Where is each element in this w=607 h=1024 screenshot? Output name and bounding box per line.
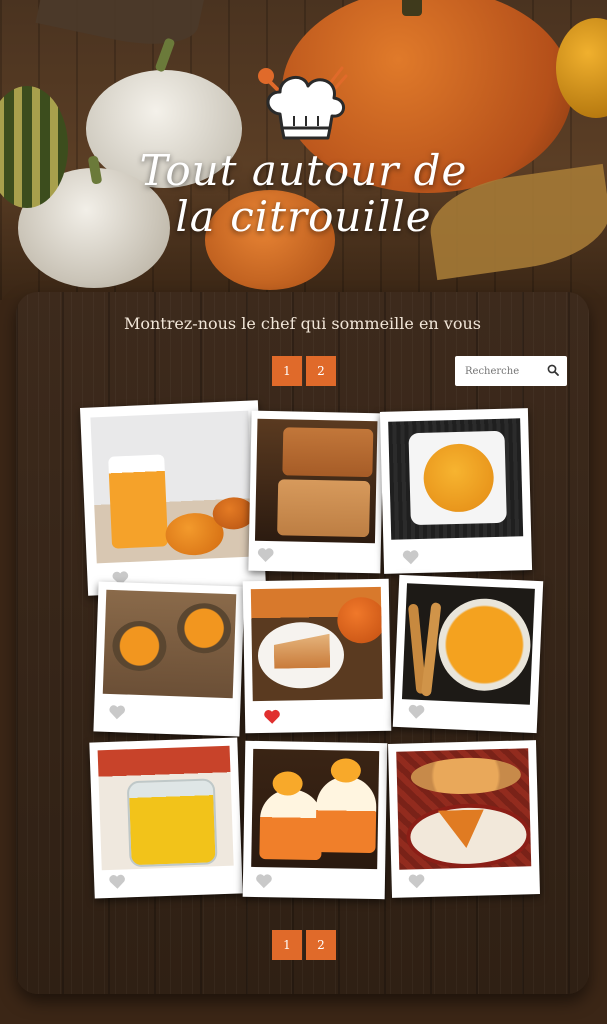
recipe-card[interactable] xyxy=(388,740,540,898)
recipe-card[interactable] xyxy=(392,574,544,734)
recipe-photo xyxy=(251,748,380,870)
hero-banner: Tout autour de la citrouille xyxy=(0,0,607,300)
search-box xyxy=(455,356,567,386)
page-1-button[interactable]: 1 xyxy=(272,930,302,960)
leaf-illustration xyxy=(35,0,205,56)
pumpkin-stem xyxy=(402,0,422,16)
page-2-button[interactable]: 2 xyxy=(306,930,336,960)
recipe-photo xyxy=(401,583,535,705)
search-icon[interactable] xyxy=(547,364,559,376)
recipe-photo xyxy=(396,748,532,870)
page-title: Tout autour de la citrouille xyxy=(0,148,607,240)
chef-hat-icon xyxy=(258,66,348,140)
title-line-1: Tout autour de xyxy=(139,146,468,195)
page-1-button[interactable]: 1 xyxy=(272,356,302,386)
recipe-card[interactable] xyxy=(248,410,384,574)
heart-icon[interactable] xyxy=(263,709,281,725)
pagination-bottom: 1 2 xyxy=(272,930,336,960)
search-input[interactable] xyxy=(463,364,547,378)
recipe-card[interactable] xyxy=(93,581,245,737)
recipe-card[interactable] xyxy=(242,578,392,734)
recipe-photo xyxy=(97,745,234,871)
heart-icon[interactable] xyxy=(407,873,425,889)
recipe-photo xyxy=(254,418,378,544)
recipe-photo xyxy=(90,410,255,564)
gallery-board: Montrez-nous le chef qui sommeille en vo… xyxy=(16,292,589,994)
title-line-2: la citrouille xyxy=(175,192,432,241)
recipe-card[interactable] xyxy=(89,737,243,899)
page-2-button[interactable]: 2 xyxy=(306,356,336,386)
heart-icon[interactable] xyxy=(257,547,275,563)
recipe-photo xyxy=(102,589,237,699)
heart-icon[interactable] xyxy=(407,703,426,720)
heart-icon[interactable] xyxy=(255,873,273,889)
heart-icon[interactable] xyxy=(108,704,127,721)
recipe-photo xyxy=(388,418,524,540)
recipe-card[interactable] xyxy=(79,400,267,596)
tagline: Montrez-nous le chef qui sommeille en vo… xyxy=(123,314,481,333)
heart-icon[interactable] xyxy=(402,549,420,565)
pagination-top: 1 2 xyxy=(272,356,336,386)
recipe-photo xyxy=(250,586,383,702)
recipe-card[interactable] xyxy=(379,408,533,574)
heart-icon[interactable] xyxy=(108,873,127,890)
recipe-card[interactable] xyxy=(242,740,388,900)
